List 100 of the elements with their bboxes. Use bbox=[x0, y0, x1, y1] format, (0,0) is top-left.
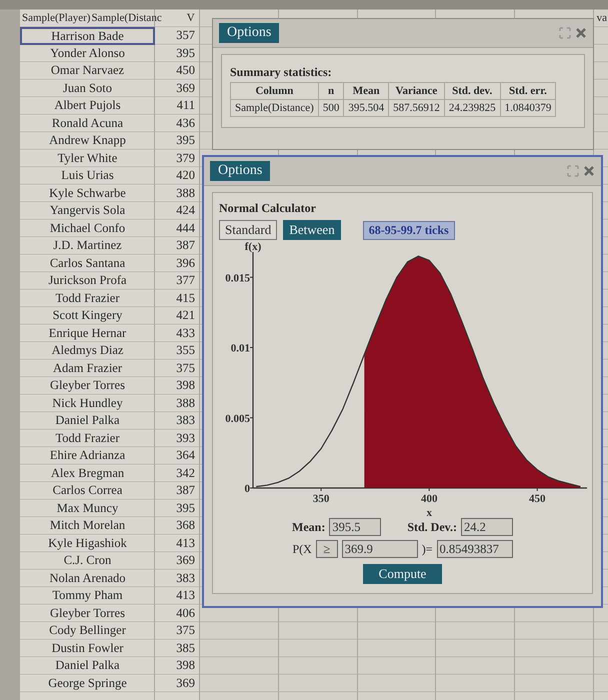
table-cell[interactable]: Gleyber Torres bbox=[20, 604, 155, 622]
table-cell[interactable]: Kyle Higashiok bbox=[20, 534, 155, 552]
table-cell: 424 bbox=[176, 203, 195, 217]
std-dev-field[interactable]: 24.2 bbox=[461, 518, 513, 536]
table-cell[interactable]: Max Muncy bbox=[20, 500, 155, 517]
table-cell: 420 bbox=[176, 168, 195, 182]
table-cell[interactable]: Scott Kingery bbox=[20, 307, 155, 324]
table-cell[interactable]: Gleyber Torres bbox=[20, 377, 155, 394]
table-cell: 24.239825 bbox=[444, 100, 500, 116]
section-heading: Normal Calculator bbox=[219, 201, 316, 216]
table-cell[interactable]: Omar Narvaez bbox=[20, 62, 155, 80]
tick-label: 0 bbox=[244, 483, 250, 495]
table-cell[interactable]: Daniel Palka bbox=[20, 657, 155, 674]
axis-title: f(x) bbox=[244, 242, 262, 253]
table-cell[interactable]: Yangervis Sola bbox=[20, 202, 155, 220]
equals-label: )= bbox=[422, 542, 433, 556]
table-cell[interactable]: Tommy Pham bbox=[20, 587, 155, 604]
column-header: Std. err. bbox=[500, 82, 556, 100]
field-label: Mean: bbox=[292, 520, 326, 534]
table-cell[interactable]: George Springe bbox=[20, 674, 155, 692]
table-cell: 377 bbox=[176, 273, 195, 287]
close-icon[interactable] bbox=[583, 165, 595, 177]
table-cell: 587.56912 bbox=[388, 100, 444, 116]
table-cell: 388 bbox=[176, 186, 195, 200]
operator-dropdown[interactable]: ≥ bbox=[316, 540, 338, 558]
tick-label: 350 bbox=[312, 493, 330, 505]
table-cell: 375 bbox=[176, 623, 195, 637]
table-cell: 406 bbox=[176, 606, 195, 620]
table-cell[interactable]: Ehire Adrianza bbox=[20, 447, 155, 464]
result-field[interactable]: 0.85493837 bbox=[436, 540, 513, 558]
bound-field[interactable]: 369.9 bbox=[342, 540, 418, 558]
table-cell[interactable]: Enrique Hernar bbox=[20, 324, 155, 342]
table-cell: 395.504 bbox=[344, 100, 389, 116]
table-cell[interactable]: Aledmys Diaz bbox=[20, 342, 155, 360]
table-cell: 369 bbox=[176, 553, 195, 567]
table-cell: 436 bbox=[176, 116, 195, 130]
table-cell: 413 bbox=[176, 588, 195, 602]
mode-tab[interactable]: Standard bbox=[219, 220, 278, 240]
table-cell[interactable]: Kyle Schwarbe bbox=[20, 184, 155, 202]
table-cell: 388 bbox=[176, 396, 195, 410]
table-cell[interactable]: Luis Urias bbox=[20, 167, 155, 184]
table-cell: 395 bbox=[176, 133, 195, 147]
probability-label: P(X bbox=[292, 542, 312, 556]
table-cell: 395 bbox=[176, 46, 195, 60]
close-icon[interactable] bbox=[575, 27, 587, 39]
table-cell[interactable]: Carlos Santana bbox=[20, 254, 155, 272]
mode-tab[interactable]: Between bbox=[283, 220, 341, 240]
table-cell[interactable]: Ronald Acuna bbox=[20, 114, 155, 132]
table-cell[interactable]: Michael Confo bbox=[20, 220, 155, 237]
column-header: Std. dev. bbox=[444, 82, 500, 100]
column-header: V bbox=[186, 12, 195, 24]
compute-button[interactable]: Compute bbox=[362, 564, 442, 584]
column-header: Variance bbox=[388, 82, 444, 100]
ticks-button[interactable]: 68-95-99.7 ticks bbox=[362, 220, 455, 240]
table-cell[interactable]: Dustin Fowler bbox=[20, 640, 155, 657]
tick-label: 400 bbox=[420, 493, 438, 505]
table-cell: 355 bbox=[176, 343, 195, 357]
table-cell: 393 bbox=[176, 430, 195, 444]
table-cell: 342 bbox=[176, 466, 195, 480]
table-cell: 383 bbox=[176, 570, 195, 584]
tick-label: 450 bbox=[529, 493, 546, 505]
table-cell[interactable]: Mitch Morelan bbox=[20, 517, 155, 534]
table-cell[interactable]: C.J. Cron bbox=[20, 552, 155, 570]
table-cell[interactable]: Nolan Arenado bbox=[20, 570, 155, 587]
table-cell[interactable]: Todd Frazier bbox=[20, 290, 155, 307]
column-header: Column bbox=[230, 82, 318, 100]
table-cell: 368 bbox=[176, 518, 195, 532]
table-cell[interactable]: Alex Bregman bbox=[20, 464, 155, 482]
field-label: Std. Dev.: bbox=[407, 520, 457, 534]
table-cell[interactable]: Todd Frazier bbox=[20, 430, 155, 447]
table-cell: 387 bbox=[176, 483, 195, 497]
section-heading: Summary statistics: bbox=[230, 65, 332, 80]
table-cell[interactable]: Jurickson Profa bbox=[20, 272, 155, 290]
table-cell[interactable]: Cody Bellinger bbox=[20, 622, 155, 640]
tick-label: 0.01 bbox=[230, 342, 250, 355]
table-cell: 383 bbox=[176, 413, 195, 427]
table-cell[interactable]: Juan Soto bbox=[20, 80, 155, 97]
table-cell: 413 bbox=[176, 536, 195, 550]
table-cell[interactable]: Albert Pujols bbox=[20, 97, 155, 114]
table-cell[interactable]: Daniel Palka bbox=[20, 412, 155, 430]
table-cell[interactable]: Nick Hundley bbox=[20, 394, 155, 412]
table-cell[interactable]: Harrison Bade bbox=[20, 27, 155, 44]
table-cell[interactable]: Andrew Knapp bbox=[20, 132, 155, 150]
mean-field[interactable]: 395.5 bbox=[329, 518, 382, 536]
tick-label: 0.015 bbox=[225, 272, 250, 284]
table-cell: 1.0840379 bbox=[500, 100, 556, 116]
axis-title: x bbox=[426, 507, 432, 518]
table-cell[interactable]: Carlos Correa bbox=[20, 482, 155, 500]
table-cell[interactable]: Tyler White bbox=[20, 150, 155, 167]
column-header: Sample(Distanc bbox=[91, 12, 162, 24]
table-cell[interactable]: J.D. Martinez bbox=[20, 237, 155, 254]
table-cell: 398 bbox=[176, 378, 195, 392]
table-cell: 364 bbox=[176, 448, 195, 462]
table-cell[interactable]: Adam Frazier bbox=[20, 360, 155, 377]
table-cell[interactable]: Yonder Alonso bbox=[20, 44, 155, 62]
table-cell: 385 bbox=[176, 640, 195, 654]
table-cell: 415 bbox=[176, 290, 195, 304]
column-header: Mean bbox=[344, 82, 389, 100]
table-cell: 369 bbox=[176, 676, 195, 690]
table-cell: 379 bbox=[176, 150, 195, 164]
